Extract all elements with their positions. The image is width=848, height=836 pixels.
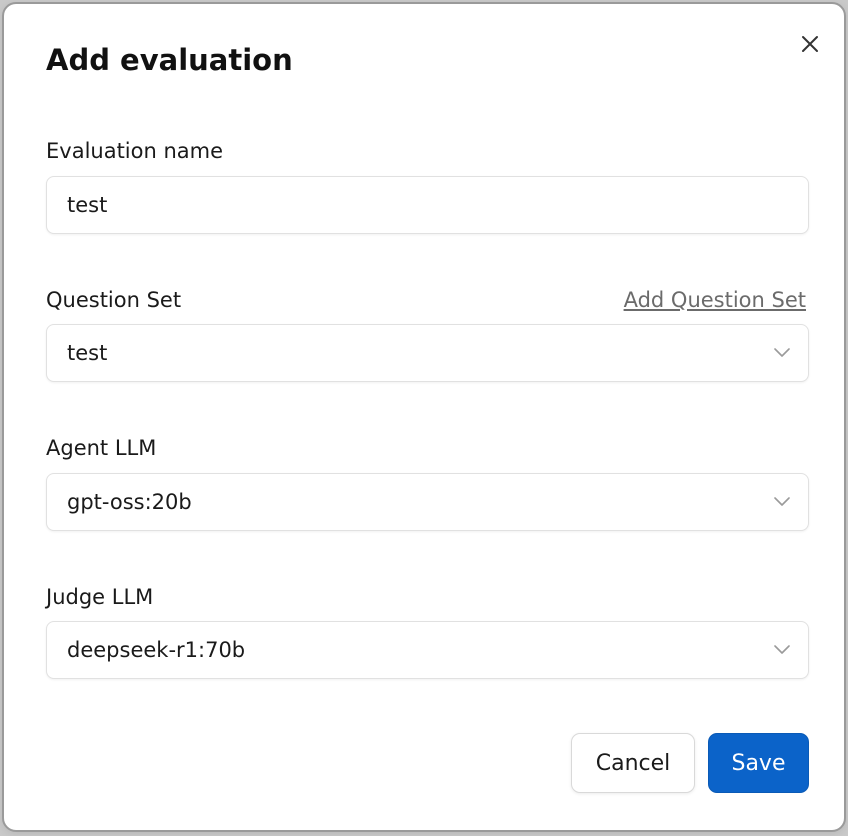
- save-button[interactable]: Save: [708, 733, 809, 793]
- evaluation-name-value: test: [67, 193, 108, 217]
- chevron-down-icon: [772, 343, 792, 363]
- judge-llm-value: deepseek-r1:70b: [67, 638, 246, 662]
- question-set-select[interactable]: test: [46, 324, 809, 382]
- judge-llm-select[interactable]: deepseek-r1:70b: [46, 621, 809, 679]
- chevron-down-icon: [772, 640, 792, 660]
- judge-llm-label: Judge LLM: [46, 585, 154, 609]
- evaluation-name-label: Evaluation name: [46, 139, 224, 163]
- evaluation-name-input[interactable]: test: [46, 176, 809, 234]
- agent-llm-label: Agent LLM: [46, 436, 157, 460]
- cancel-button[interactable]: Cancel: [571, 733, 695, 793]
- question-set-value: test: [67, 341, 108, 365]
- dialog-title: Add evaluation: [46, 43, 293, 77]
- agent-llm-value: gpt-oss:20b: [67, 490, 192, 514]
- add-question-set-link[interactable]: Add Question Set: [624, 286, 806, 314]
- close-button[interactable]: [792, 26, 828, 62]
- question-set-label: Question Set: [46, 288, 182, 312]
- agent-llm-select[interactable]: gpt-oss:20b: [46, 473, 809, 531]
- close-icon: [802, 36, 818, 52]
- add-evaluation-dialog: Add evaluation Evaluation name test Ques…: [2, 2, 846, 832]
- chevron-down-icon: [772, 492, 792, 512]
